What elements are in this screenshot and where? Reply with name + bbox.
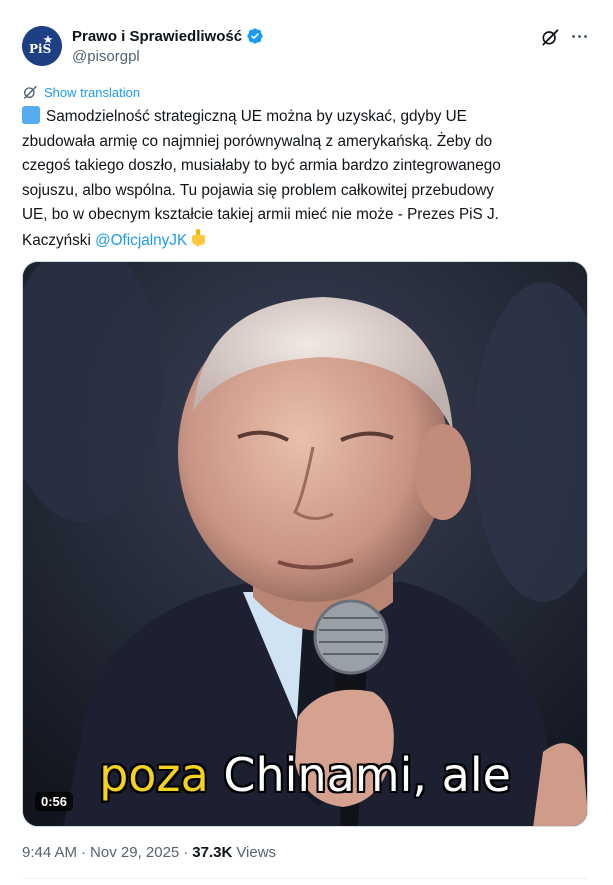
caption-rest: Chinami, ale <box>223 748 511 802</box>
blue-square-emoji-icon <box>22 106 40 124</box>
tweet-text-segment: Kaczyński <box>22 231 91 249</box>
more-dot-icon <box>571 34 575 38</box>
meta-separator: · <box>81 844 87 861</box>
tweet-text: Samodzielność strategiczną UE można by u… <box>22 105 592 253</box>
video-player[interactable]: poza Chinami, ale 0:56 <box>22 261 588 827</box>
views-count[interactable]: 37.3K <box>192 844 232 861</box>
video-frame <box>23 262 587 826</box>
more-dot-icon <box>583 34 587 38</box>
video-duration-badge: 0:56 <box>35 792 74 811</box>
tweet-text-segment: Samodzielność strategiczną UE można by u… <box>46 108 467 125</box>
translate-icon <box>23 85 37 99</box>
views-label: Views <box>236 844 277 861</box>
video-caption: poza Chinami, ale <box>23 748 587 802</box>
meta-separator: · <box>183 844 189 861</box>
verified-badge-icon <box>247 28 263 44</box>
avatar-text: PiS <box>29 42 51 56</box>
more-options-button[interactable] <box>568 25 590 47</box>
tweet-time[interactable]: 9:44 AM <box>22 844 77 861</box>
tweet-date[interactable]: Nov 29, 2025 <box>90 844 179 861</box>
tweet-text-line: UE, bo w obecnym kształcie takiej armii … <box>22 206 499 223</box>
tweet-card: PiS Prawo i Sprawiedliwość @pisorgpl Sho… <box>0 0 613 885</box>
grok-icon[interactable] <box>540 27 560 47</box>
more-dot-icon <box>577 34 581 38</box>
tweet-text-line: Samodzielność strategiczną UE można by u… <box>22 105 592 130</box>
pis-logo-icon: PiS <box>22 26 62 66</box>
author-name-row: Prawo i Sprawiedliwość <box>72 27 264 45</box>
tweet-text-line: sojuszu, albo wspólna. Tu pojawia się pr… <box>22 181 494 199</box>
tweet-text-line: Kaczyński @OficjalnyJK <box>22 228 592 254</box>
author-handle[interactable]: @pisorgpl <box>72 48 140 65</box>
avatar[interactable]: PiS <box>22 26 62 66</box>
show-translation-link[interactable]: Show translation <box>22 84 140 100</box>
divider <box>22 878 588 879</box>
tweet-meta: 9:44 AM · Nov 29, 2025 · 37.3K Views <box>22 844 276 861</box>
tweet-text-line: czegoś takiego doszło, musiałaby to być … <box>22 157 501 174</box>
mention-link[interactable]: @OficjalnyJK <box>95 232 187 249</box>
pointing-down-hand-icon <box>192 228 206 247</box>
author-display-name[interactable]: Prawo i Sprawiedliwość <box>72 28 242 45</box>
show-translation-label[interactable]: Show translation <box>44 85 140 100</box>
tweet-text-line: zbudowała armię co najmniej porównywalną… <box>22 132 493 150</box>
caption-highlight: poza <box>99 748 209 802</box>
